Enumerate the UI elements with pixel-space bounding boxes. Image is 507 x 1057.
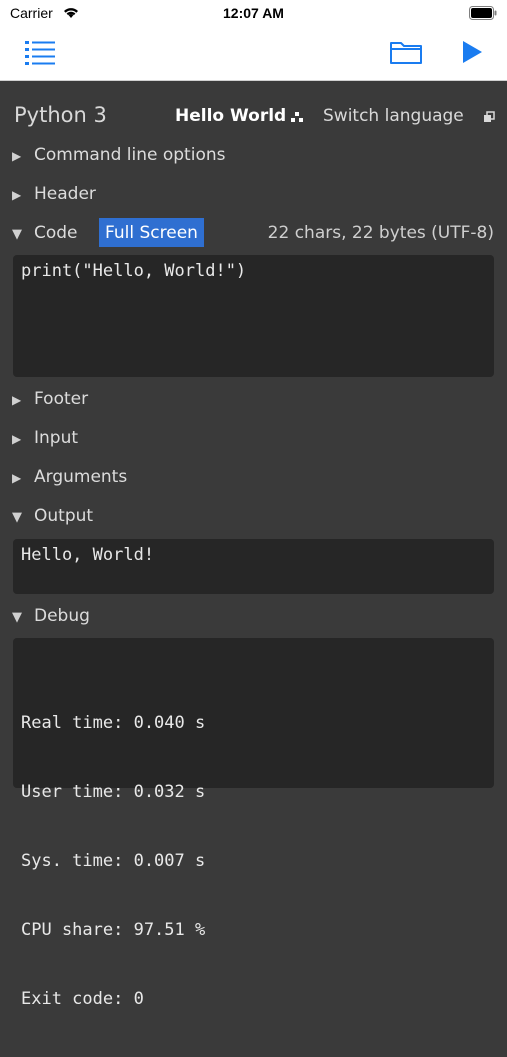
debug-line: User time: 0.032 s — [21, 782, 206, 802]
code-text[interactable]: print("Hello, World!") — [21, 260, 246, 283]
chevron-down-icon: ▼ — [12, 227, 22, 242]
hello-world-button[interactable]: Hello World — [175, 106, 286, 126]
chevron-down-icon: ▼ — [12, 510, 22, 525]
code-editor[interactable]: print("Hello, World!") — [13, 255, 494, 377]
section-label: Output — [34, 506, 94, 526]
chevron-right-icon: ▶ — [12, 393, 22, 407]
language-title: Python 3 — [14, 103, 107, 127]
section-header[interactable]: ▶ Header — [12, 184, 96, 204]
list-icon[interactable] — [23, 38, 57, 66]
section-footer[interactable]: ▶ Footer — [12, 389, 88, 409]
char-count: 22 chars, 22 bytes (UTF-8) — [267, 223, 494, 243]
debug-lines: Real time: 0.040 s User time: 0.032 s Sy… — [21, 666, 205, 1057]
section-label: Debug — [34, 606, 90, 626]
chevron-right-icon: ▶ — [12, 149, 22, 163]
debug-line: Real time: 0.040 s — [21, 713, 206, 733]
section-label: Command line options — [34, 145, 226, 165]
debug-panel: Real time: 0.040 s User time: 0.032 s Sy… — [13, 638, 494, 1009]
chevron-right-icon: ▶ — [12, 432, 22, 446]
chevron-down-icon: ▼ — [12, 610, 22, 625]
section-label: Arguments — [34, 467, 128, 487]
status-time: 12:07 AM — [223, 5, 284, 21]
debug-line: Sys. time: 0.007 s — [21, 851, 206, 871]
section-label: Footer — [34, 389, 89, 409]
chevron-right-icon: ▶ — [12, 188, 22, 202]
section-command-line-options[interactable]: ▶ Command line options — [12, 145, 225, 165]
output-text: Hello, World! — [21, 545, 155, 565]
switch-language-button[interactable]: Switch language — [323, 106, 464, 126]
output-panel: Hello, World! — [13, 539, 494, 594]
section-code[interactable]: ▼ Code — [12, 223, 78, 243]
section-label: Code — [34, 223, 78, 243]
section-output[interactable]: ▼ Output — [12, 506, 93, 526]
section-input[interactable]: ▶ Input — [12, 428, 78, 448]
triangle-dots-icon — [291, 112, 303, 122]
section-arguments[interactable]: ▶ Arguments — [12, 467, 127, 487]
top-bar: Carrier 12:07 AM — [0, 0, 507, 81]
section-label: Input — [34, 428, 79, 448]
switch-language-icon — [484, 111, 495, 122]
section-label: Header — [34, 184, 96, 204]
section-debug[interactable]: ▼ Debug — [12, 606, 90, 626]
play-icon[interactable] — [458, 38, 486, 66]
debug-line: Exit code: 0 — [21, 989, 144, 1009]
chevron-right-icon: ▶ — [12, 471, 22, 485]
full-screen-button[interactable]: Full Screen — [99, 218, 204, 247]
folder-icon[interactable] — [388, 38, 424, 66]
battery-icon — [469, 6, 497, 20]
debug-line: CPU share: 97.51 % — [21, 920, 206, 940]
